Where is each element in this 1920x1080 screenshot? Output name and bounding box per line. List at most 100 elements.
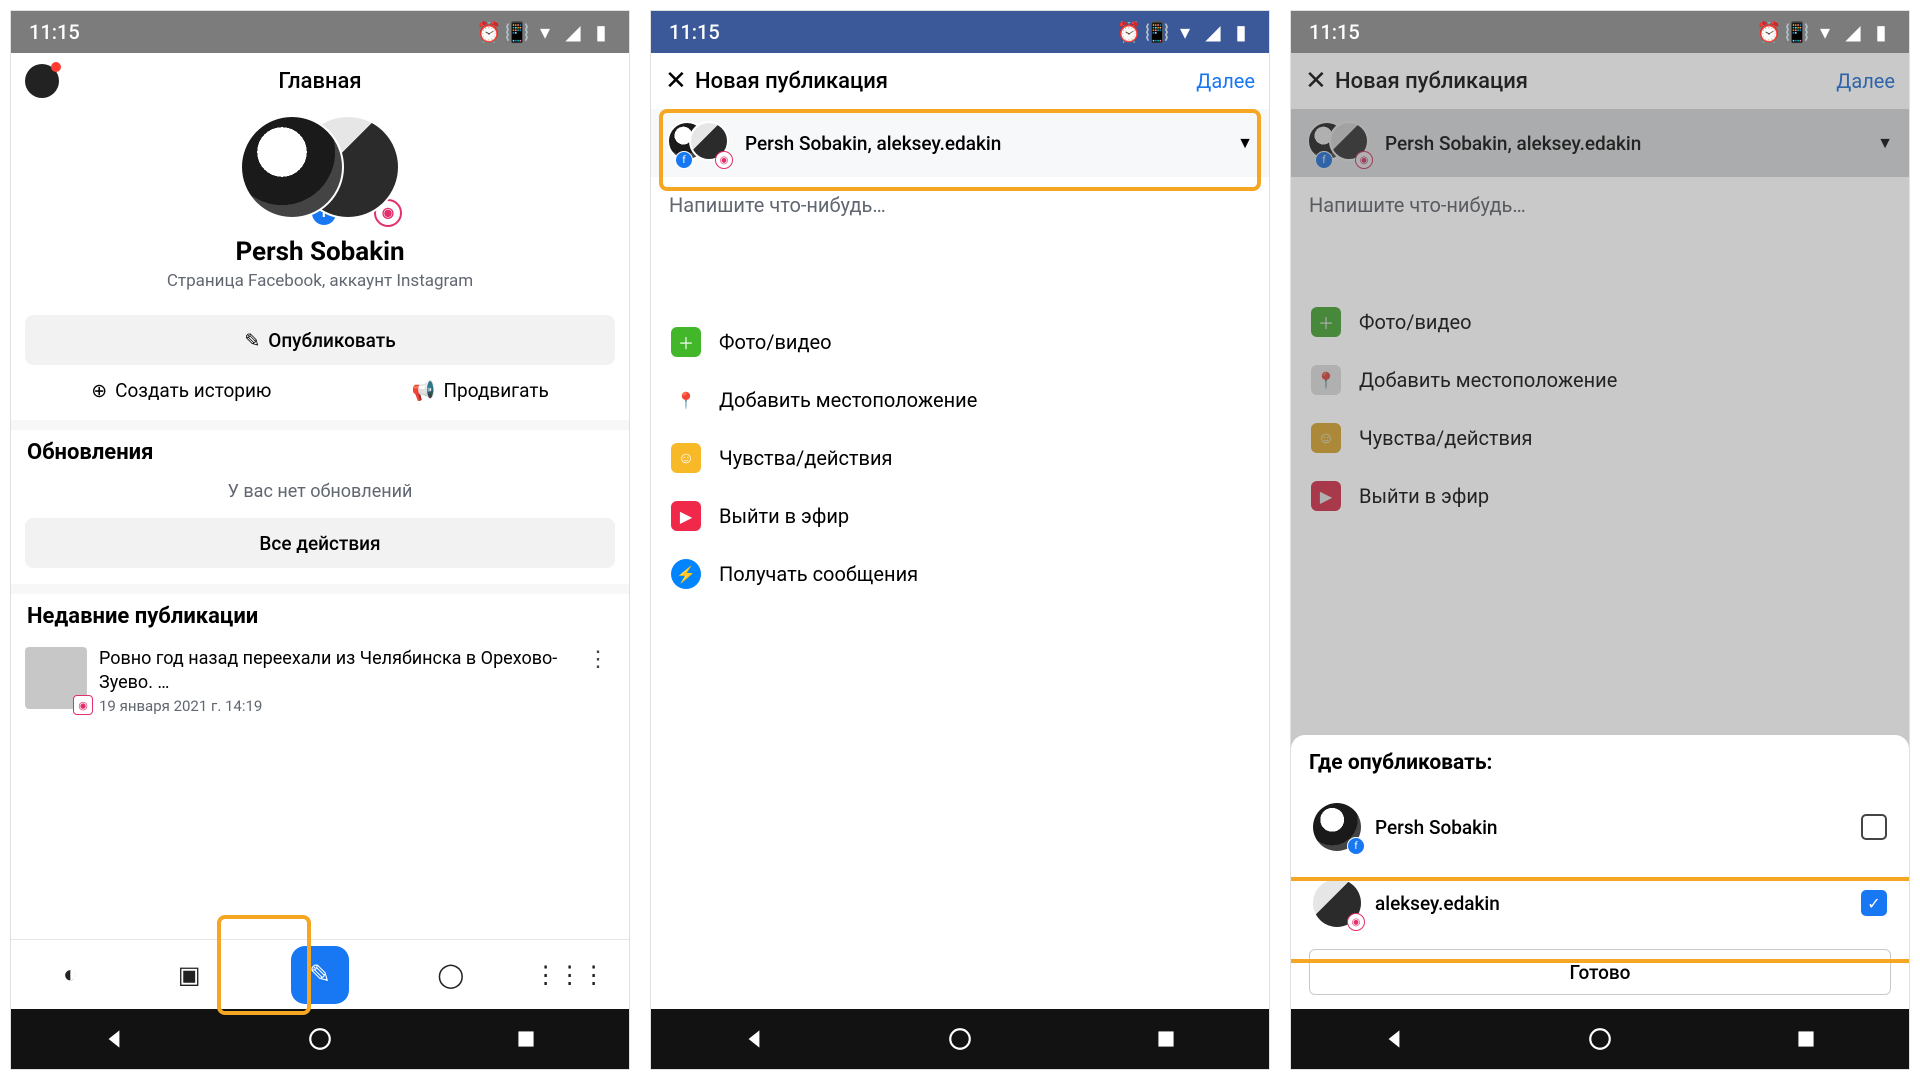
signal-icon: ◢: [1843, 22, 1863, 42]
nav-recent-icon[interactable]: [1793, 1026, 1819, 1052]
wifi-icon: ▾: [1175, 22, 1195, 42]
vibrate-icon: 📳: [507, 22, 527, 42]
notification-dot-icon: [51, 62, 61, 72]
battery-icon: ▮: [1871, 22, 1891, 42]
nav-home-icon[interactable]: [947, 1026, 973, 1052]
publish-button[interactable]: ✎ Опубликовать: [25, 315, 615, 365]
status-bar: 11:15 ⏰ 📳 ▾ ◢ ▮: [11, 11, 629, 53]
nav-recent-icon[interactable]: [1153, 1026, 1179, 1052]
tab-profile[interactable]: ◐: [53, 958, 87, 992]
nav-home-icon[interactable]: [1587, 1026, 1613, 1052]
compose-input[interactable]: Напишите что-нибудь…: [651, 177, 1269, 233]
wifi-icon: ▾: [1815, 22, 1835, 42]
action-row: ⊕ Создать историю 📢 Продвигать: [11, 365, 629, 420]
tab-messages[interactable]: ◯: [434, 958, 468, 992]
android-nav-bar: [1291, 1009, 1909, 1069]
photo-icon: ＋: [671, 327, 701, 357]
opt-feeling[interactable]: ☺ Чувства/действия: [651, 429, 1269, 487]
all-actions-button[interactable]: Все действия: [25, 518, 615, 568]
profile-hero: f ◉ Persh Sobakin Страница Facebook, акк…: [11, 109, 629, 301]
compose-icon: ✎: [309, 960, 331, 990]
promote-button[interactable]: 📢 Продвигать: [412, 379, 549, 402]
status-time: 11:15: [1309, 20, 1360, 44]
post-menu-button[interactable]: ⋮: [581, 647, 615, 672]
nav-back-icon[interactable]: [101, 1026, 127, 1052]
publish-target-fb[interactable]: f Persh Sobakin: [1309, 789, 1891, 865]
alarm-icon: ⏰: [1759, 22, 1779, 42]
home-header: Главная: [11, 53, 629, 109]
checkbox-unchecked[interactable]: [1861, 814, 1887, 840]
opt-photo-video[interactable]: ＋ Фото/видео: [651, 313, 1269, 371]
megaphone-icon: 📢: [412, 379, 436, 402]
done-button[interactable]: Готово: [1309, 949, 1891, 995]
signal-icon: ◢: [1203, 22, 1223, 42]
screen-home: 11:15 ⏰ 📳 ▾ ◢ ▮ Главная f ◉ Persh Sobaki…: [10, 10, 630, 1070]
account-selector[interactable]: f ◉ Persh Sobakin, aleksey.edakin ▼: [651, 109, 1269, 177]
compose-options: ＋ Фото/видео 📍 Добавить местоположение ☺ Чу…: [651, 313, 1269, 603]
post-item[interactable]: ◉ Ровно год назад переехали из Челябинск…: [11, 635, 629, 728]
battery-icon: ▮: [591, 22, 611, 42]
android-nav-bar: [651, 1009, 1269, 1069]
opt-label: Выйти в эфир: [719, 504, 849, 528]
android-nav-bar: [11, 1009, 629, 1069]
publish-button-label: Опубликовать: [268, 329, 395, 352]
create-story-button[interactable]: ⊕ Создать историю: [91, 379, 271, 402]
sheet-title: Где опубликовать:: [1309, 751, 1891, 775]
edit-icon: ✎: [244, 329, 260, 352]
all-actions-label: Все действия: [259, 532, 380, 555]
vibrate-icon: 📳: [1787, 22, 1807, 42]
compose-title: Новая публикация: [695, 69, 1196, 94]
vibrate-icon: 📳: [1147, 22, 1167, 42]
opt-messages[interactable]: ⚡Получать сообщения: [651, 545, 1269, 603]
opt-label: Чувства/действия: [719, 446, 893, 470]
nav-home-icon[interactable]: [307, 1026, 333, 1052]
caret-down-icon: ▼: [1237, 133, 1253, 153]
next-button[interactable]: Далее: [1196, 69, 1255, 93]
tab-pages[interactable]: ▣: [172, 958, 206, 992]
screen-new-post: 11:15 ⏰ 📳 ▾ ◢ ▮ ✕ Новая публикация Далее…: [650, 10, 1270, 1070]
header-title: Главная: [59, 69, 581, 94]
opt-label: Добавить местоположение: [719, 388, 977, 412]
nav-back-icon[interactable]: [1381, 1026, 1407, 1052]
recent-posts-title: Недавние публикации: [11, 594, 629, 635]
nav-back-icon[interactable]: [741, 1026, 767, 1052]
profile-subtitle: Страница Facebook, аккаунт Instagram: [167, 271, 473, 291]
signal-icon: ◢: [563, 22, 583, 42]
divider: [11, 420, 629, 430]
close-button[interactable]: ✕: [665, 66, 695, 96]
tab-bar: ◐ ▣ ✎ ◯ ⋮⋮⋮: [11, 939, 629, 1009]
publish-where-sheet: Где опубликовать: f Persh Sobakin ◉ alek…: [1291, 735, 1909, 1009]
status-time: 11:15: [29, 20, 80, 44]
done-label: Готово: [1570, 961, 1631, 984]
opt-live[interactable]: ▶ Выйти в эфир: [651, 487, 1269, 545]
profile-name: Persh Sobakin: [235, 237, 404, 267]
feeling-icon: ☺: [671, 443, 701, 473]
opt-location[interactable]: 📍 Добавить местоположение: [651, 371, 1269, 429]
tab-apps[interactable]: ⋮⋮⋮: [553, 958, 587, 992]
publish-target-ig[interactable]: ◉ aleksey.edakin ✓: [1309, 865, 1891, 941]
wifi-icon: ▾: [535, 22, 555, 42]
post-thumbnail: ◉: [25, 647, 87, 709]
target-name: aleksey.edakin: [1375, 892, 1847, 915]
avatar-facebook: [240, 115, 344, 219]
post-text: Ровно год назад переехали из Челябинска …: [99, 647, 569, 696]
status-time: 11:15: [669, 20, 720, 44]
location-icon: 📍: [671, 385, 701, 415]
battery-icon: ▮: [1231, 22, 1251, 42]
profile-avatars[interactable]: f ◉: [240, 115, 400, 225]
opt-label: Фото/видео: [719, 330, 832, 354]
nav-recent-icon[interactable]: [513, 1026, 539, 1052]
account-avatars: f ◉: [667, 121, 731, 165]
facebook-badge-icon: f: [675, 151, 693, 169]
plus-circle-icon: ⊕: [91, 379, 107, 402]
target-name: Persh Sobakin: [1375, 816, 1847, 839]
post-text-block: Ровно год назад переехали из Челябинска …: [99, 647, 569, 716]
tab-compose-fab[interactable]: ✎: [291, 946, 349, 1004]
compose-header: ✕ Новая публикация Далее: [651, 53, 1269, 109]
header-avatar[interactable]: [25, 64, 59, 98]
checkbox-checked[interactable]: ✓: [1861, 890, 1887, 916]
alarm-icon: ⏰: [479, 22, 499, 42]
no-updates-text: У вас нет обновлений: [11, 471, 629, 518]
live-icon: ▶: [671, 501, 701, 531]
target-avatar: ◉: [1313, 879, 1361, 927]
